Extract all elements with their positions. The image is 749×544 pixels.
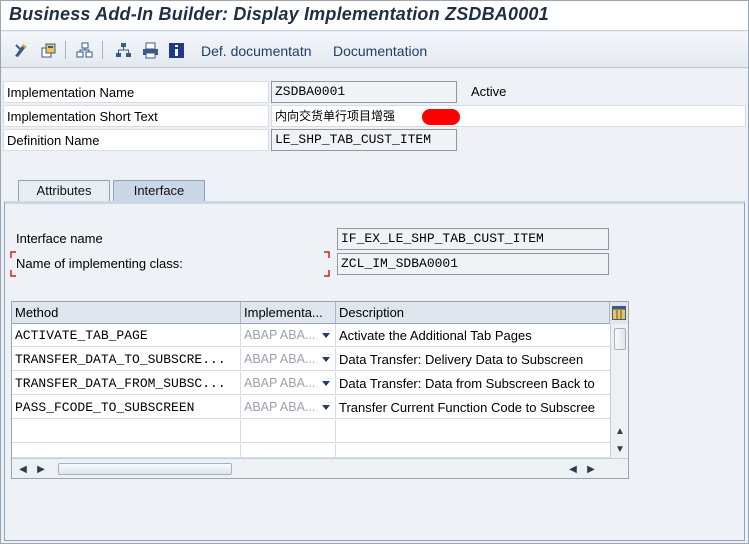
tab-interface[interactable]: Interface xyxy=(113,180,205,202)
toolbar-separator xyxy=(65,41,66,59)
method-cell: TRANSFER_DATA_TO_SUBSCRE... xyxy=(12,348,241,371)
chevron-down-icon[interactable] xyxy=(322,357,330,362)
main-content: Implementation Name ZSDBA0001 Active Imp… xyxy=(2,69,747,543)
chevron-down-icon[interactable] xyxy=(322,381,330,386)
implementation-name-field[interactable]: ZSDBA0001 xyxy=(271,81,457,103)
scroll-up-icon[interactable]: ▲ xyxy=(613,424,627,438)
focus-bracket xyxy=(10,251,330,277)
description-cell: Data Transfer: Data from Subscreen Back … xyxy=(339,376,595,391)
implementation-status: Active xyxy=(471,84,507,99)
column-header-description[interactable]: Description xyxy=(336,302,610,324)
table-row[interactable]: TRANSFER_DATA_FROM_SUBSC... ABAP ABA... … xyxy=(12,372,610,395)
definition-name-field[interactable]: LE_SHP_TAB_CUST_ITEM xyxy=(271,129,457,151)
description-cell: Data Transfer: Delivery Data to Subscree… xyxy=(339,352,584,367)
method-cell xyxy=(12,420,241,443)
toolbar-separator xyxy=(102,41,103,59)
tab-attributes[interactable]: Attributes xyxy=(18,180,110,202)
chevron-down-icon[interactable] xyxy=(322,333,330,338)
display-change-icon[interactable] xyxy=(13,42,30,59)
table-row[interactable]: TRANSFER_DATA_TO_SUBSCRE... ABAP ABA... … xyxy=(12,348,610,371)
sap-window: Business Add-In Builder: Display Impleme… xyxy=(0,0,749,544)
column-header-implementation[interactable]: Implementa... xyxy=(241,302,336,324)
scroll-right-icon[interactable]: ▶ xyxy=(584,462,598,476)
table-row-empty[interactable] xyxy=(12,420,610,443)
impl-class-field[interactable]: ZCL_IM_SDBA0001 xyxy=(337,253,609,275)
scroll-left-icon[interactable]: ◀ xyxy=(566,462,580,476)
method-cell xyxy=(12,444,241,458)
table-header: Method Implementa... Description xyxy=(12,302,628,324)
window-title: Business Add-In Builder: Display Impleme… xyxy=(9,4,549,24)
print-icon[interactable] xyxy=(142,42,159,59)
column-header-method[interactable]: Method xyxy=(12,302,241,324)
vertical-scrollbar[interactable]: ▲ ▼ xyxy=(610,324,628,458)
chevron-down-icon[interactable] xyxy=(322,405,330,410)
description-cell: Transfer Current Function Code to Subscr… xyxy=(339,400,596,415)
implementation-cell xyxy=(241,420,336,443)
description-cell: Activate the Additional Tab Pages xyxy=(339,328,532,343)
application-toolbar: Def. documentatn Documentation xyxy=(1,32,748,68)
method-cell: ACTIVATE_TAB_PAGE xyxy=(12,324,241,347)
documentation-button[interactable]: Documentation xyxy=(333,43,427,59)
scroll-down-icon[interactable]: ▼ xyxy=(613,442,627,456)
scroll-left-icon[interactable]: ◀ xyxy=(16,462,30,476)
other-object-icon[interactable] xyxy=(40,42,57,59)
implementation-cell xyxy=(241,444,336,458)
title-bar: Business Add-In Builder: Display Impleme… xyxy=(1,1,748,31)
interface-name-field[interactable]: IF_EX_LE_SHP_TAB_CUST_ITEM xyxy=(337,228,609,250)
scroll-right-icon[interactable]: ▶ xyxy=(34,462,48,476)
hierarchy-icon[interactable] xyxy=(115,42,132,59)
interface-tab-panel: Interface name IF_EX_LE_SHP_TAB_CUST_ITE… xyxy=(4,201,745,541)
where-used-icon[interactable] xyxy=(76,42,93,59)
definition-name-label: Definition Name xyxy=(3,129,269,151)
scroll-thumb[interactable] xyxy=(58,463,232,475)
table-row-empty[interactable] xyxy=(12,444,610,458)
scroll-thumb[interactable] xyxy=(614,328,626,350)
method-cell: TRANSFER_DATA_FROM_SUBSC... xyxy=(12,372,241,395)
horizontal-scrollbar[interactable]: ◀ ▶ ◀ ▶ xyxy=(12,458,628,478)
method-cell: PASS_FCODE_TO_SUBSCREEN xyxy=(12,396,241,419)
implementation-name-label: Implementation Name xyxy=(3,81,269,103)
column-settings-icon[interactable] xyxy=(610,302,628,324)
short-text-field[interactable]: 内向交货单行项目增强 xyxy=(271,105,746,127)
interface-name-label: Interface name xyxy=(13,228,333,250)
short-text-label: Implementation Short Text xyxy=(3,105,269,127)
table-row[interactable]: ACTIVATE_TAB_PAGE ABAP ABA... Activate t… xyxy=(12,324,610,347)
redaction-mark xyxy=(422,109,460,125)
table-row[interactable]: PASS_FCODE_TO_SUBSCREEN ABAP ABA... Tran… xyxy=(12,396,610,419)
def-documentation-button[interactable]: Def. documentatn xyxy=(201,43,312,59)
info-icon[interactable] xyxy=(168,42,185,59)
methods-table: Method Implementa... Description ACTIVAT… xyxy=(11,301,629,479)
